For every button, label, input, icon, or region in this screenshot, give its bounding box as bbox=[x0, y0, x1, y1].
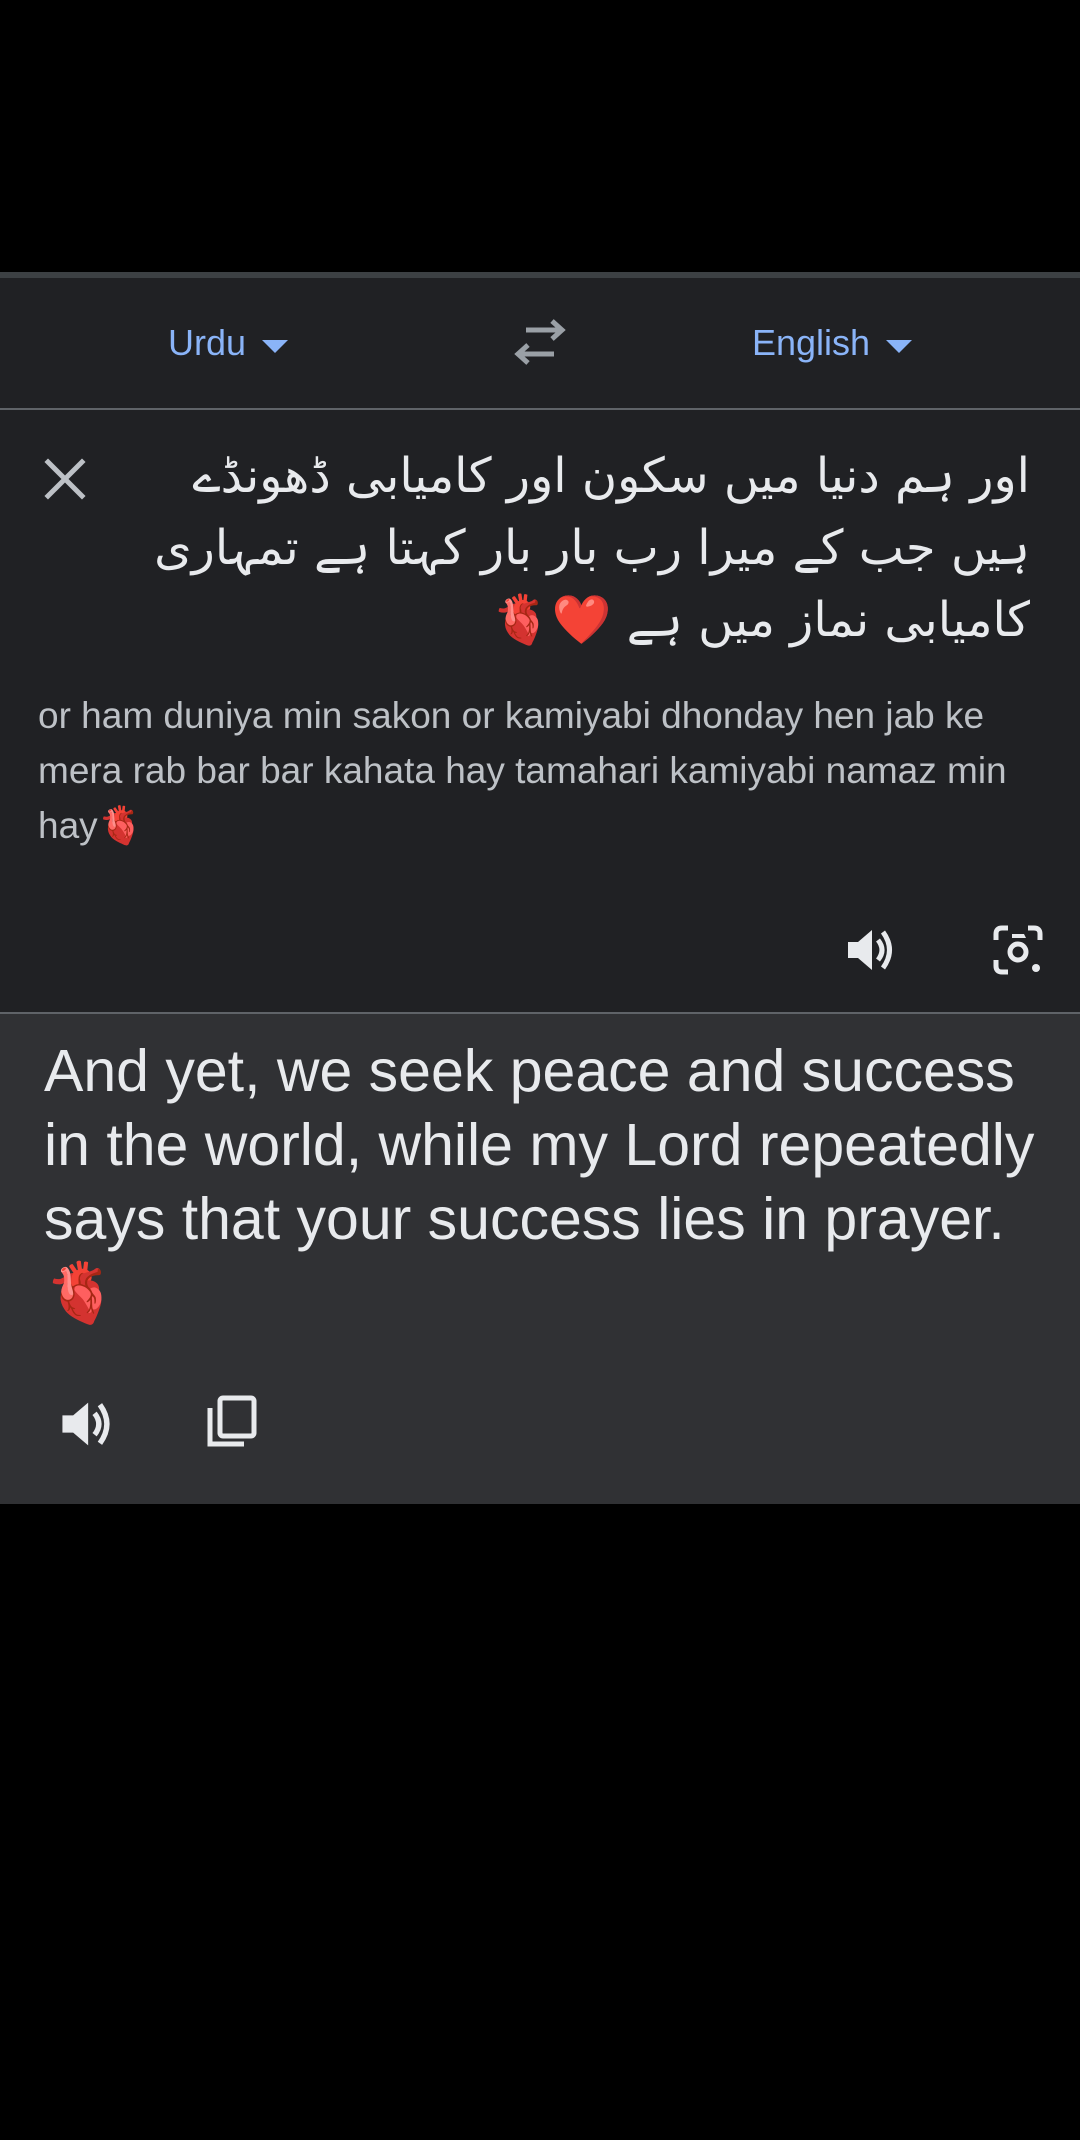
source-language-selector[interactable]: Urdu bbox=[168, 278, 289, 408]
source-language-label: Urdu bbox=[168, 322, 247, 363]
source-text[interactable]: اور ہم دنیا میں سکون اور کامیابی ڈھونڈے … bbox=[150, 440, 1030, 656]
chevron-down-icon bbox=[262, 339, 289, 353]
target-language-selector[interactable]: English bbox=[752, 278, 913, 408]
source-card: اور ہم دنیا میں سکون اور کامیابی ڈھونڈے … bbox=[0, 410, 1080, 1012]
transliteration-text: or ham duniya min sakon or kamiyabi dhon… bbox=[38, 688, 1038, 853]
translate-panel: Urdu English اور ہم دنیا میں سکون اور کا… bbox=[0, 272, 1080, 1504]
chevron-down-icon bbox=[886, 339, 913, 353]
speaker-icon[interactable] bbox=[56, 1394, 116, 1454]
transliteration-content: or ham duniya min sakon or kamiyabi dhon… bbox=[38, 695, 1007, 846]
swap-arrows-icon[interactable] bbox=[512, 316, 568, 370]
source-text-content: اور ہم دنیا میں سکون اور کامیابی ڈھونڈے … bbox=[154, 448, 1030, 648]
speaker-icon[interactable] bbox=[842, 922, 898, 978]
copy-icon[interactable] bbox=[202, 1392, 262, 1452]
heart-emoji: 🫀 bbox=[97, 804, 144, 847]
translation-result[interactable]: And yet, we seek peace and success in th… bbox=[44, 1034, 1054, 1330]
translation-result-content: And yet, we seek peace and success in th… bbox=[44, 1038, 1035, 1252]
screen: Urdu English اور ہم دنیا میں سکون اور کا… bbox=[0, 0, 1080, 2140]
result-card: And yet, we seek peace and success in th… bbox=[0, 1014, 1080, 1504]
language-bar: Urdu English bbox=[0, 278, 1080, 408]
target-language-label: English bbox=[752, 322, 871, 363]
camera-icon[interactable] bbox=[990, 922, 1046, 978]
close-icon[interactable] bbox=[40, 454, 90, 504]
heart-emoji: 🫀 bbox=[44, 1258, 118, 1327]
